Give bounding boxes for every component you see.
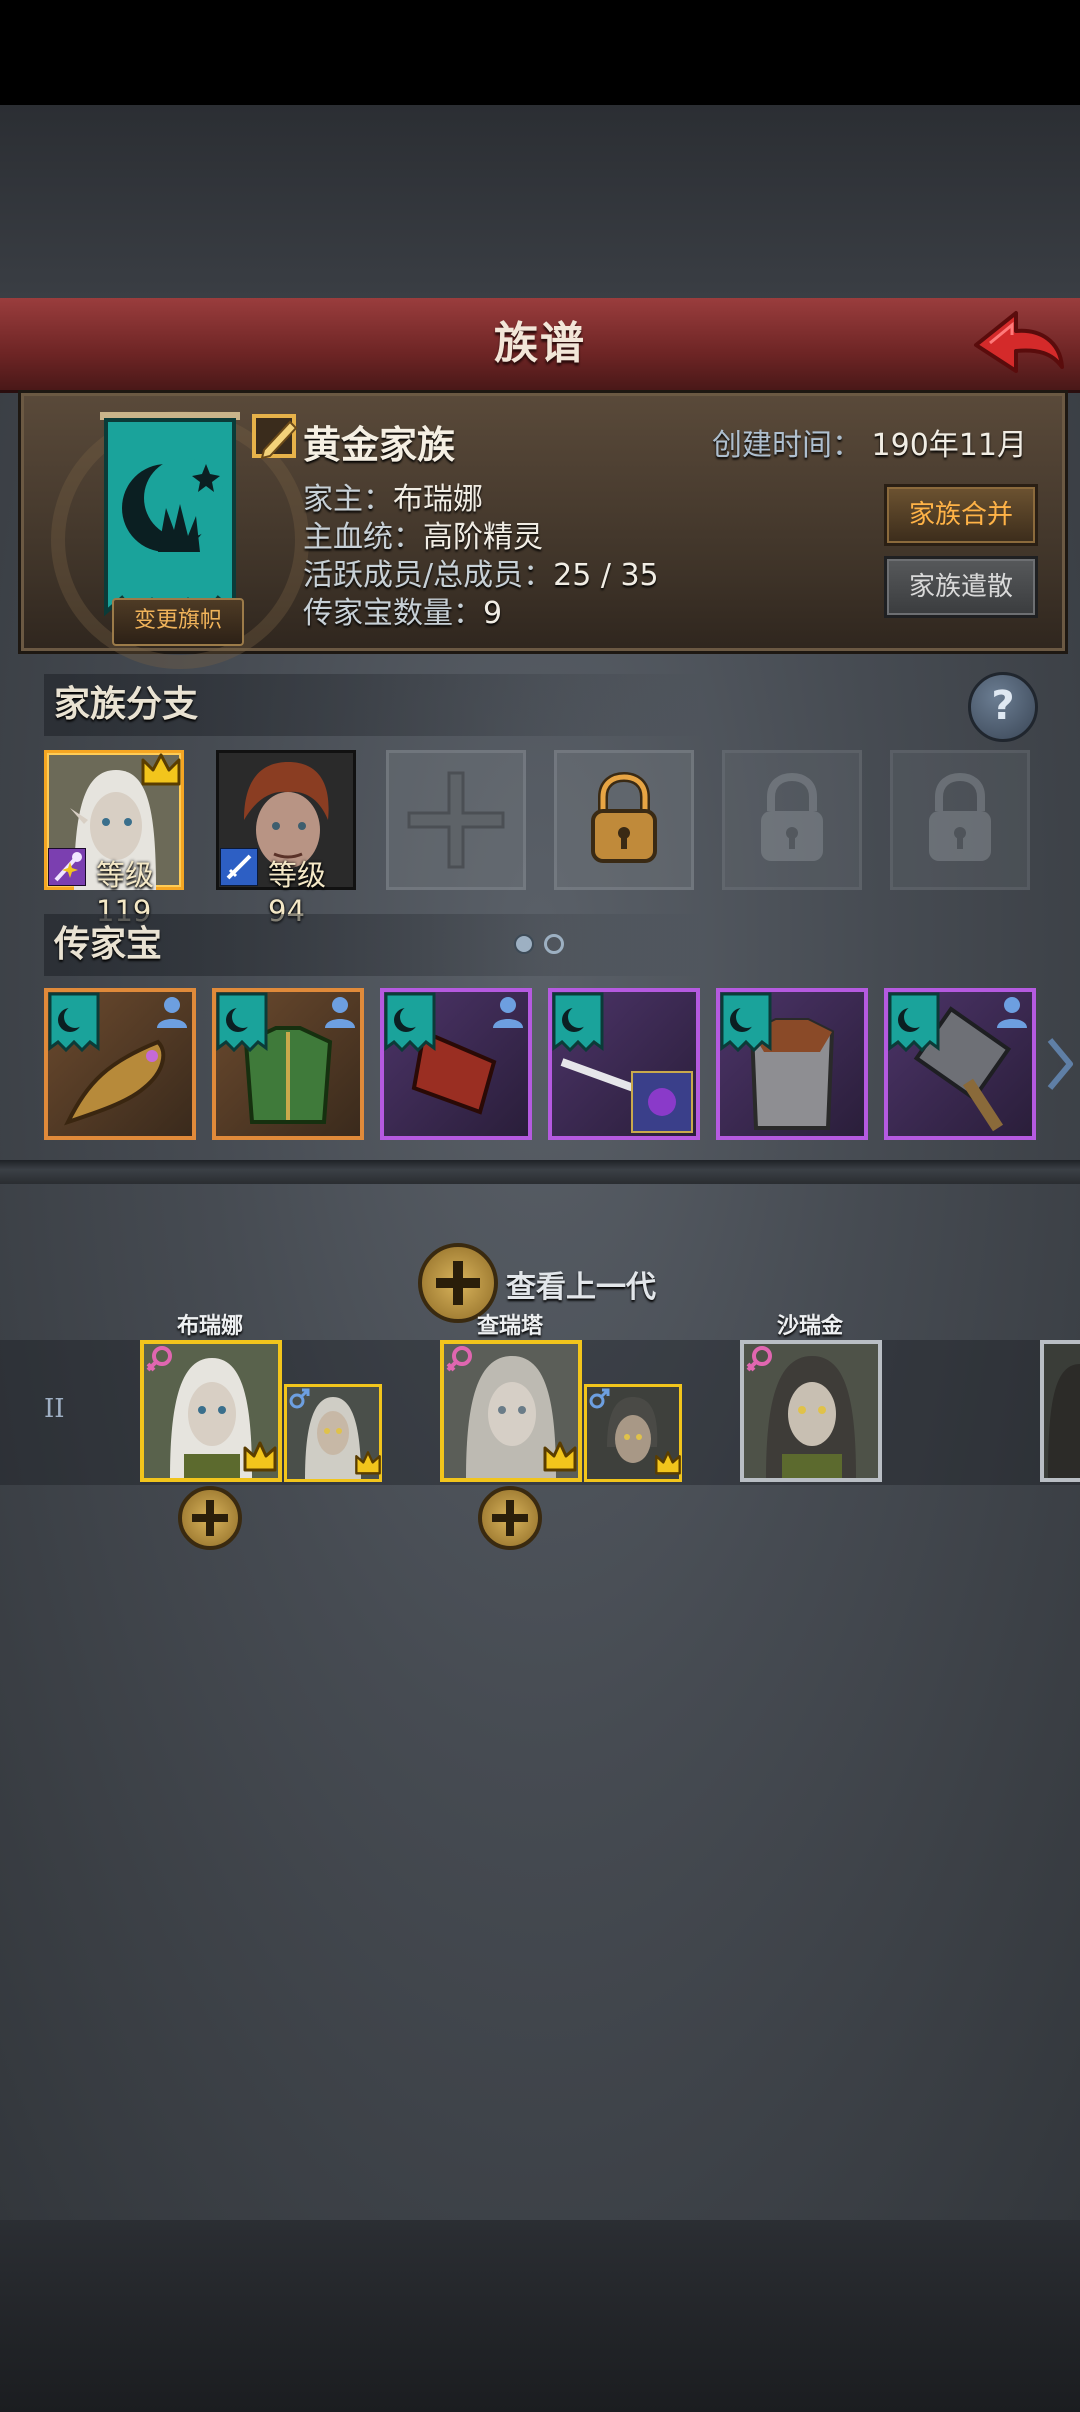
member-portrait [1044,1344,1080,1478]
branch-slot-1[interactable]: 等级119 [41,747,187,928]
branch-slot-unlockable[interactable] [554,750,694,890]
heirlooms-header: 传家宝 [44,914,704,976]
crown-icon [543,1441,577,1472]
branch-slot-2[interactable]: 等级94 [213,747,359,928]
family-merge-button[interactable]: 家族合并 [884,484,1038,546]
add-child-button[interactable] [178,1486,242,1550]
equipped-person-icon [157,997,187,1028]
family-member-card[interactable] [1040,1340,1080,1482]
crown-icon [655,1451,681,1475]
back-arrow-icon[interactable] [968,305,1068,385]
divider [0,1160,1080,1184]
help-icon[interactable]: ? [968,672,1038,742]
created-value: 190年11月 [871,428,1027,463]
sword-class-icon [220,848,258,886]
title-bar: 族谱 [0,298,1080,393]
heirloom-count-line: 传家宝数量：9 [303,588,502,632]
edit-name-icon[interactable] [250,410,304,464]
female-symbol-icon [146,1346,172,1372]
branch-slot-locked [722,750,862,890]
female-symbol-icon [746,1346,772,1372]
lock-icon [761,772,823,861]
member-name: 查瑞塔 [476,1314,543,1339]
family-banner-icon [216,992,268,1053]
generation-label: II [44,1394,65,1424]
members-value: 25 / 35 [553,558,659,593]
staff-class-icon [48,848,86,886]
top-area [0,105,1080,300]
member-name: 布瑞娜 [176,1314,243,1339]
family-name: 黄金家族 [303,423,456,467]
family-banner-icon [48,992,100,1053]
family-banner-icon [888,992,940,1053]
change-banner-button[interactable]: 变更旗帜 [112,598,244,646]
created-time: 创建时间： 190年11月 [712,420,1027,464]
lock-icon [929,772,991,861]
male-symbol-icon [289,1388,310,1409]
family-banner-icon [552,992,604,1053]
branches-header: 家族分支 [44,674,704,736]
crown-icon [141,753,181,786]
heirlooms-title: 传家宝 [54,924,163,965]
page-dot[interactable] [544,934,564,954]
branches-title: 家族分支 [54,684,199,725]
view-previous-generation-label[interactable]: 查看上一代 [506,1262,656,1306]
equipped-person-icon [493,997,523,1028]
equipped-person-icon [997,997,1027,1028]
created-label: 创建时间： [712,428,862,463]
cross-icon [407,771,505,869]
chevron-right-icon[interactable] [1044,1036,1074,1092]
crown-icon [243,1441,277,1472]
family-banner-icon [384,992,436,1053]
page-title: 族谱 [494,318,586,369]
branch-slot-locked [890,750,1030,890]
equipped-person-icon [325,997,355,1028]
branch-slot-empty[interactable] [386,750,526,890]
female-symbol-icon [446,1346,472,1372]
bottom-area [0,2220,1080,2412]
member-name: 沙瑞金 [776,1314,843,1339]
crown-icon [355,1451,381,1475]
family-dissolve-button[interactable]: 家族遣散 [884,556,1038,618]
heirloom-count-value: 9 [483,596,503,631]
family-banner-icon [720,992,772,1053]
add-child-button[interactable] [478,1486,542,1550]
padlock-icon [591,771,657,863]
male-symbol-icon [589,1388,610,1409]
heirloom-count-label: 传家宝数量： [303,596,483,631]
page-dot-active[interactable] [514,934,534,954]
